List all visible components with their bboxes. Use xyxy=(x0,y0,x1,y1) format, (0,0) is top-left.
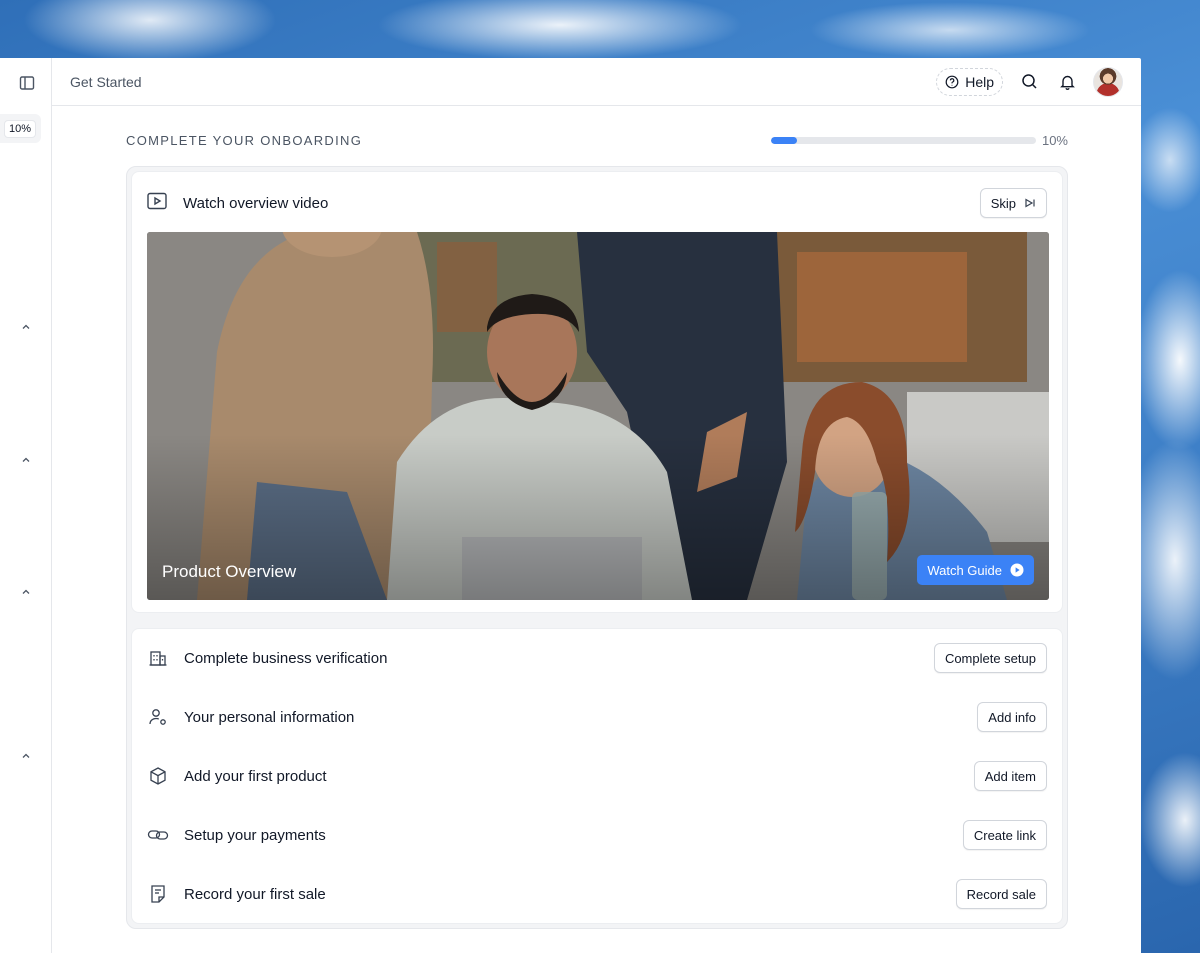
chevron-up-icon[interactable] xyxy=(19,320,33,334)
task-label: Your personal information xyxy=(184,708,355,726)
record-sale-button[interactable]: Record sale xyxy=(955,879,1047,909)
task-label: Record your first sale xyxy=(184,885,326,903)
progress-percent-label: 10% xyxy=(1041,132,1068,148)
task-row: Add your first product Add item xyxy=(147,761,1047,791)
task-row: Complete business verification Complete … xyxy=(147,643,1047,673)
help-circle-icon xyxy=(945,75,959,88)
onboarding-card: Watch overview video Skip Product Overvi… xyxy=(126,166,1068,929)
task-row: Record your first sale Record sale xyxy=(147,879,1047,909)
user-avatar[interactable] xyxy=(1093,66,1123,97)
video-card: Watch overview video Skip Product Overvi… xyxy=(131,171,1063,613)
task-label: Setup your payments xyxy=(184,826,326,844)
watch-guide-button[interactable]: Watch Guide xyxy=(917,555,1034,585)
complete-setup-button[interactable]: Complete setup xyxy=(933,643,1047,673)
sidebar: 10% xyxy=(0,58,52,953)
skip-forward-icon xyxy=(1025,198,1035,208)
sidebar-progress-item[interactable]: 10% xyxy=(0,114,41,143)
add-info-button[interactable]: Add info xyxy=(977,702,1047,732)
building-icon xyxy=(147,647,169,669)
progress-track xyxy=(770,136,1036,144)
link-icon xyxy=(147,824,169,846)
video-card-title: Watch overview video xyxy=(183,194,329,212)
create-link-button[interactable]: Create link xyxy=(962,820,1047,850)
chevron-up-icon[interactable] xyxy=(19,453,33,467)
help-label: Help xyxy=(965,73,994,90)
breadcrumb[interactable]: Get Started xyxy=(70,74,142,90)
receipt-icon xyxy=(147,883,169,905)
watch-guide-label: Watch Guide xyxy=(927,562,1002,578)
top-bar: Get Started Help xyxy=(52,58,1141,106)
user-settings-icon xyxy=(147,706,169,728)
bell-icon[interactable] xyxy=(1055,70,1079,94)
video-player[interactable]: Product Overview Watch Guide xyxy=(147,232,1049,600)
onboarding-header: COMPLETE YOUR ONBOARDING 10% xyxy=(126,130,1068,150)
sidebar-toggle-icon[interactable] xyxy=(18,74,36,92)
play-square-icon xyxy=(147,192,167,215)
onboarding-title: COMPLETE YOUR ONBOARDING xyxy=(126,132,363,148)
progress-fill xyxy=(770,136,798,144)
video-overlay-title: Product Overview xyxy=(162,562,297,581)
task-label: Add your first product xyxy=(184,767,327,785)
task-row: Setup your payments Create link xyxy=(147,820,1047,850)
skip-label: Skip xyxy=(990,195,1016,211)
chevron-up-icon[interactable] xyxy=(19,749,33,763)
tasks-card: Complete business verification Complete … xyxy=(131,628,1063,924)
app-window: 10% Get Started Help COMPLETE YOUR ONBOA… xyxy=(0,58,1141,953)
topbar-actions: Help xyxy=(936,66,1123,97)
chevron-up-icon[interactable] xyxy=(19,585,33,599)
sidebar-progress-badge: 10% xyxy=(4,119,37,138)
task-label: Complete business verification xyxy=(184,649,388,667)
onboarding-progress: 10% xyxy=(770,132,1068,148)
task-row: Your personal information Add info xyxy=(147,702,1047,732)
video-card-header: Watch overview video Skip xyxy=(147,188,1047,218)
help-button[interactable]: Help xyxy=(936,67,1003,96)
play-circle-icon xyxy=(1010,563,1024,577)
box-icon xyxy=(147,765,169,787)
search-icon[interactable] xyxy=(1017,70,1041,94)
add-item-button[interactable]: Add item xyxy=(973,761,1047,791)
skip-button[interactable]: Skip xyxy=(979,188,1047,218)
